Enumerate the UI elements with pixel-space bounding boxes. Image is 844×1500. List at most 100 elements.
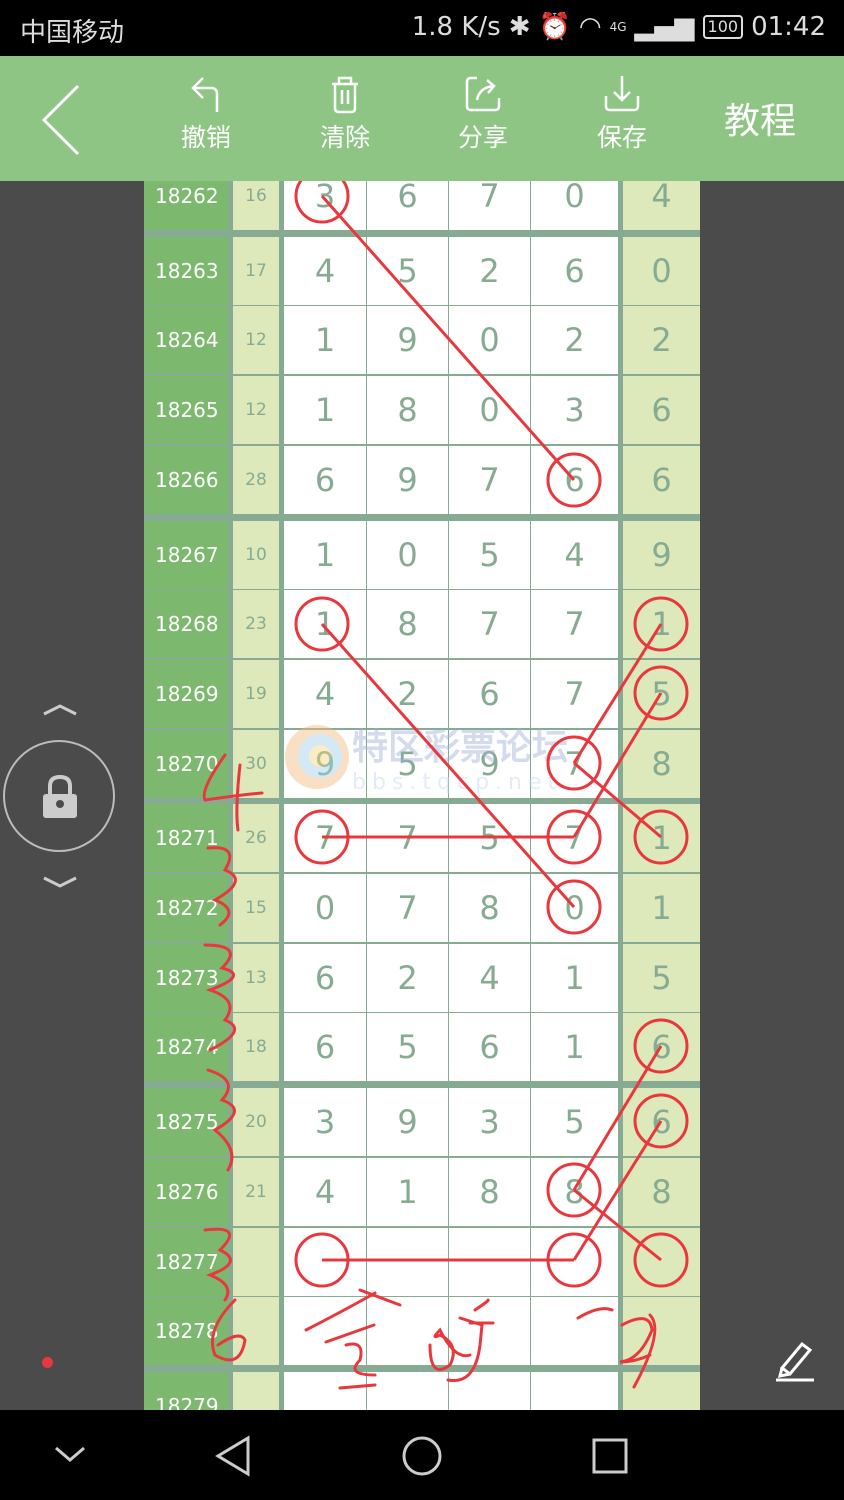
issue-number[interactable]: 18275 — [144, 1088, 228, 1157]
digit-cell[interactable]: 2 — [531, 306, 618, 375]
digit-cell[interactable]: 5 — [531, 1088, 618, 1157]
last-digit-cell[interactable]: 8 — [623, 1157, 700, 1226]
digit-cell[interactable]: 6 — [284, 1013, 366, 1082]
issue-number[interactable]: 18269 — [144, 659, 228, 728]
digit-cell[interactable]: 3 — [284, 181, 366, 230]
digit-cell[interactable]: 0 — [449, 376, 530, 445]
digit-cell[interactable] — [284, 1227, 366, 1296]
digit-cell[interactable]: 3 — [531, 376, 618, 445]
issue-number[interactable]: 18273 — [144, 943, 228, 1012]
digit-cell[interactable]: 8 — [367, 590, 448, 659]
sum-cell[interactable]: 26 — [233, 804, 279, 873]
last-digit-cell[interactable]: 6 — [623, 1013, 700, 1082]
digit-cell[interactable]: 6 — [531, 445, 618, 514]
digit-cell[interactable]: 7 — [367, 874, 448, 942]
issue-number[interactable]: 18270 — [144, 729, 228, 798]
issue-number[interactable]: 18279 — [144, 1371, 228, 1410]
lottery-table[interactable]: 18262 16 3 6 7 0 4 18263 17 4 5 2 6 0 18264 12 1 9 0 2 2 1826… — [144, 181, 700, 1410]
last-digit-cell[interactable]: 2 — [623, 306, 700, 375]
sum-cell[interactable]: 19 — [233, 659, 279, 728]
last-digit-cell[interactable]: 1 — [623, 590, 700, 659]
last-digit-cell[interactable]: 4 — [623, 181, 700, 230]
sum-cell[interactable]: 30 — [233, 729, 279, 798]
digit-cell[interactable]: 0 — [531, 181, 618, 230]
digit-cell[interactable] — [284, 1297, 366, 1366]
sum-cell[interactable]: 17 — [233, 236, 279, 305]
digit-cell[interactable]: 0 — [531, 874, 618, 942]
digit-cell[interactable] — [449, 1297, 530, 1366]
last-digit-cell[interactable]: 6 — [623, 376, 700, 445]
digit-cell[interactable]: 8 — [531, 1157, 618, 1226]
issue-number[interactable]: 18277 — [144, 1227, 228, 1296]
digit-cell[interactable]: 8 — [449, 1157, 530, 1226]
sum-cell[interactable] — [233, 1297, 279, 1366]
nav-recents-icon[interactable] — [590, 1436, 630, 1476]
last-digit-cell[interactable]: 9 — [623, 520, 700, 589]
digit-cell[interactable] — [367, 1297, 448, 1366]
digit-cell[interactable]: 0 — [449, 306, 530, 375]
issue-number[interactable]: 18278 — [144, 1297, 228, 1366]
digit-cell[interactable] — [531, 1297, 618, 1366]
digit-cell[interactable]: 3 — [449, 1088, 530, 1157]
sum-cell[interactable]: 18 — [233, 1013, 279, 1082]
digit-cell[interactable]: 8 — [367, 376, 448, 445]
sum-cell[interactable]: 13 — [233, 943, 279, 1012]
sum-cell[interactable]: 10 — [233, 520, 279, 589]
digit-cell[interactable]: 1 — [284, 590, 366, 659]
digit-cell[interactable]: 7 — [284, 804, 366, 873]
digit-cell[interactable]: 1 — [531, 943, 618, 1012]
issue-number[interactable]: 18263 — [144, 236, 228, 305]
chevron-left-icon[interactable] — [40, 84, 84, 156]
lock-button[interactable] — [3, 740, 115, 852]
issue-number[interactable]: 18276 — [144, 1157, 228, 1226]
digit-cell[interactable]: 6 — [367, 181, 448, 230]
digit-cell[interactable]: 6 — [284, 943, 366, 1012]
digit-cell[interactable]: 4 — [284, 236, 366, 305]
tutorial-button[interactable]: 教程 — [724, 92, 796, 144]
digit-cell[interactable]: 1 — [284, 376, 366, 445]
last-digit-cell[interactable]: 6 — [623, 1088, 700, 1157]
digit-cell[interactable]: 5 — [449, 804, 530, 873]
last-digit-cell[interactable]: 5 — [623, 943, 700, 1012]
sum-cell[interactable] — [233, 1227, 279, 1296]
digit-cell[interactable]: 9 — [367, 445, 448, 514]
undo-button[interactable]: 撤销 — [161, 74, 251, 154]
chevron-up-icon[interactable] — [40, 700, 80, 720]
sum-cell[interactable]: 12 — [233, 306, 279, 375]
digit-cell[interactable]: 7 — [449, 181, 530, 230]
digit-cell[interactable]: 1 — [284, 520, 366, 589]
digit-cell[interactable]: 6 — [531, 236, 618, 305]
digit-cell[interactable]: 7 — [449, 590, 530, 659]
digit-cell[interactable]: 5 — [367, 1013, 448, 1082]
sum-cell[interactable]: 16 — [233, 181, 279, 230]
digit-cell[interactable]: 9 — [367, 306, 448, 375]
clear-button[interactable]: 清除 — [300, 74, 390, 154]
issue-number[interactable]: 18274 — [144, 1013, 228, 1082]
last-digit-cell[interactable]: 1 — [623, 804, 700, 873]
digit-cell[interactable] — [284, 1371, 366, 1410]
save-button[interactable]: 保存 — [577, 74, 667, 154]
digit-cell[interactable]: 0 — [284, 874, 366, 942]
sum-cell[interactable]: 12 — [233, 376, 279, 445]
digit-cell[interactable]: 4 — [449, 943, 530, 1012]
digit-cell[interactable]: 3 — [284, 1088, 366, 1157]
digit-cell[interactable]: 6 — [284, 445, 366, 514]
sum-cell[interactable]: 28 — [233, 445, 279, 514]
sum-cell[interactable]: 15 — [233, 874, 279, 942]
sum-cell[interactable] — [233, 1371, 279, 1410]
sum-cell[interactable]: 23 — [233, 590, 279, 659]
digit-cell[interactable]: 0 — [367, 520, 448, 589]
digit-cell[interactable]: 6 — [449, 1013, 530, 1082]
issue-number[interactable]: 18262 — [144, 181, 228, 230]
digit-cell[interactable]: 1 — [367, 1157, 448, 1226]
digit-cell[interactable] — [449, 1227, 530, 1296]
issue-number[interactable]: 18264 — [144, 306, 228, 375]
issue-number[interactable]: 18268 — [144, 590, 228, 659]
issue-number[interactable]: 18266 — [144, 445, 228, 514]
digit-cell[interactable]: 1 — [531, 1013, 618, 1082]
digit-cell[interactable]: 2 — [449, 236, 530, 305]
issue-number[interactable]: 18271 — [144, 804, 228, 873]
nav-hide-icon[interactable] — [52, 1442, 88, 1466]
digit-cell[interactable]: 5 — [449, 520, 530, 589]
digit-cell[interactable]: 7 — [531, 590, 618, 659]
